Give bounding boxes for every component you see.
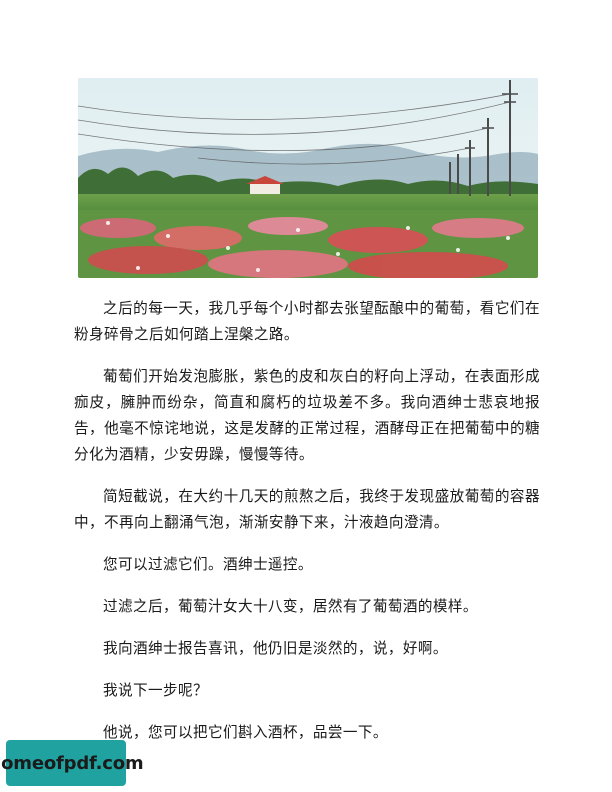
flower-field-illustration [78,78,538,278]
paragraph-8: 他说，您可以把它们斟入酒杯，品尝一下。 [103,724,388,741]
paragraph-2: 葡萄们开始发泡膨胀，紫色的皮和灰白的籽向上浮动，在表面形成痂皮，臃肿而纷杂，简直… [74,368,540,463]
paragraph-7: 我说下一步呢？ [103,682,208,699]
paragraph-1: 之后的每一天，我几乎每个小时都去张望酝酿中的葡萄，看它们在粉身碎骨之后如何踏上涅… [74,300,540,343]
paragraph-4: 您可以过滤它们。酒绅士遥控。 [103,556,313,573]
article-body: 之后的每一天，我几乎每个小时都去张望酝酿中的葡萄，看它们在粉身碎骨之后如何踏上涅… [74,296,540,762]
paragraph-3: 简短截说，在大约十几天的煎熬之后，我终于发现盛放葡萄的容器中，不再向上翻涌气泡，… [74,488,540,531]
watermark-badge: homeofpdf.com [0,740,144,786]
watercolor-flower-field-image [78,78,538,278]
watermark-text: homeofpdf.com [0,752,144,774]
paragraph-5: 过滤之后，葡萄汁女大十八变，居然有了葡萄酒的模样。 [103,598,478,615]
document-page: 之后的每一天，我几乎每个小时都去张望酝酿中的葡萄，看它们在粉身碎骨之后如何踏上涅… [0,0,612,792]
paragraph-6: 我向酒绅士报告喜讯，他仍旧是淡然的，说，好啊。 [103,640,448,657]
